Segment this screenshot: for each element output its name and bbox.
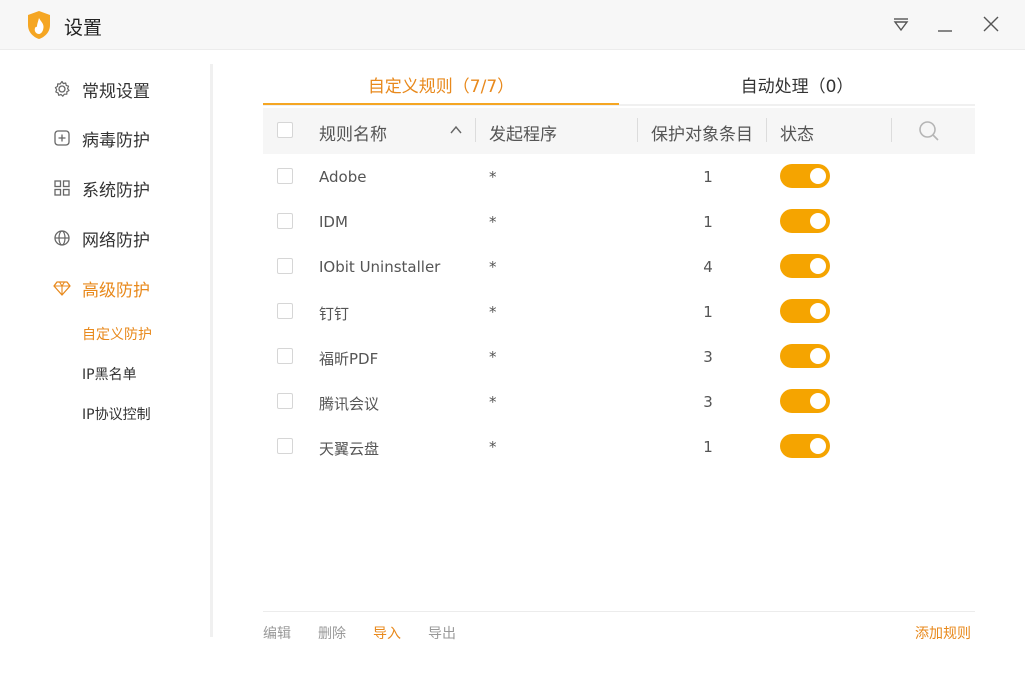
toggle-knob (810, 438, 826, 454)
minimize-button[interactable] (934, 13, 956, 35)
rule-program: * (489, 438, 497, 456)
tab-active-indicator (263, 103, 619, 105)
table-row[interactable]: Adobe * 1 (263, 154, 975, 199)
table-header: 规则名称 发起程序 保护对象条目 状态 (263, 108, 975, 154)
sidebar-item-advanced[interactable]: 高级防护 (52, 274, 150, 302)
toggle-knob (810, 168, 826, 184)
sidebar-item-network[interactable]: 网络防护 (52, 224, 150, 252)
footer-divider (263, 611, 975, 612)
table-row[interactable]: 天翼云盘 * 1 (263, 424, 975, 469)
sidebar-item-label: 常规设置 (82, 81, 150, 102)
edit-button[interactable]: 编辑 (263, 623, 291, 643)
sidebar-item-system[interactable]: 系统防护 (52, 174, 150, 202)
sidebar-item-general[interactable]: 常规设置 (52, 75, 150, 103)
chevron-up-icon[interactable] (449, 122, 463, 136)
rule-item-count: 1 (703, 438, 713, 456)
rule-program: * (489, 213, 497, 231)
rule-item-count: 1 (703, 168, 713, 186)
menu-dropdown-button[interactable] (890, 13, 912, 35)
import-button[interactable]: 导入 (373, 623, 401, 643)
rule-name: IObit Uninstaller (319, 258, 441, 276)
globe-icon (52, 228, 72, 248)
title-bar: 设置 (0, 0, 1025, 50)
column-separator (637, 118, 638, 142)
status-toggle[interactable] (780, 164, 830, 188)
column-header-status: 状态 (780, 125, 814, 145)
rule-item-count: 4 (703, 258, 713, 276)
minimize-icon (938, 30, 952, 32)
rule-name: 钉钉 (319, 305, 350, 323)
diamond-icon (52, 278, 72, 298)
sidebar-item-label: 高级防护 (82, 280, 150, 301)
rule-program: * (489, 348, 497, 366)
column-separator (475, 118, 476, 142)
rule-name: 福昕PDF (319, 350, 379, 368)
gear-icon (52, 79, 72, 99)
toggle-knob (810, 393, 826, 409)
status-toggle[interactable] (780, 434, 830, 458)
sidebar-item-label: 病毒防护 (82, 130, 150, 151)
subnav-ip-protocol[interactable]: IP协议控制 (82, 404, 151, 424)
row-checkbox[interactable] (277, 393, 293, 409)
column-separator (891, 118, 892, 142)
window-title: 设置 (64, 17, 103, 39)
row-checkbox[interactable] (277, 168, 293, 184)
status-toggle[interactable] (780, 209, 830, 233)
status-toggle[interactable] (780, 389, 830, 413)
delete-button[interactable]: 删除 (318, 623, 346, 643)
column-header-program: 发起程序 (489, 125, 557, 145)
status-toggle[interactable] (780, 299, 830, 323)
rule-name: 腾讯会议 (319, 395, 380, 413)
table-row[interactable]: IDM * 1 (263, 199, 975, 244)
rule-name: IDM (319, 213, 348, 231)
rule-item-count: 1 (703, 303, 713, 321)
table-row[interactable]: 福昕PDF * 3 (263, 334, 975, 379)
status-toggle[interactable] (780, 254, 830, 278)
table-row[interactable]: 钉钉 * 1 (263, 289, 975, 334)
close-button[interactable] (980, 13, 1002, 35)
tab-auto-handle[interactable]: 自动处理（0） (619, 72, 975, 104)
rule-item-count: 1 (703, 213, 713, 231)
export-button[interactable]: 导出 (428, 623, 456, 643)
rule-name: Adobe (319, 168, 367, 186)
column-separator (766, 118, 767, 142)
rule-name: 天翼云盘 (319, 440, 380, 458)
table-row[interactable]: 腾讯会议 * 3 (263, 379, 975, 424)
column-header-items: 保护对象条目 (651, 125, 753, 145)
rule-item-count: 3 (703, 393, 713, 411)
plus-square-icon (52, 128, 72, 148)
triangle-down-icon (893, 18, 909, 32)
subnav-custom-protection[interactable]: 自定义防护 (82, 324, 152, 344)
rule-program: * (489, 393, 497, 411)
sidebar-item-label: 网络防护 (82, 230, 150, 251)
column-header-name[interactable]: 规则名称 (319, 120, 387, 145)
select-all-checkbox[interactable] (277, 122, 293, 138)
sidebar-item-label: 系统防护 (82, 180, 150, 201)
app-logo-icon (26, 10, 52, 40)
tab-custom-rules[interactable]: 自定义规则（7/7） (263, 72, 619, 104)
row-checkbox[interactable] (277, 438, 293, 454)
close-icon (983, 16, 999, 32)
rule-program: * (489, 168, 497, 186)
row-checkbox[interactable] (277, 258, 293, 274)
row-checkbox[interactable] (277, 213, 293, 229)
toggle-knob (810, 348, 826, 364)
sidebar-divider (210, 64, 213, 637)
rule-program: * (489, 303, 497, 321)
sidebar-item-virus[interactable]: 病毒防护 (52, 124, 150, 152)
grid-icon (52, 178, 72, 198)
subnav-ip-blacklist[interactable]: IP黑名单 (82, 364, 137, 384)
row-checkbox[interactable] (277, 348, 293, 364)
toggle-knob (810, 258, 826, 274)
row-checkbox[interactable] (277, 303, 293, 319)
rule-item-count: 3 (703, 348, 713, 366)
toggle-knob (810, 303, 826, 319)
rule-program: * (489, 258, 497, 276)
search-icon[interactable] (917, 119, 941, 143)
toggle-knob (810, 213, 826, 229)
add-rule-button[interactable]: 添加规则 (915, 623, 971, 643)
status-toggle[interactable] (780, 344, 830, 368)
table-row[interactable]: IObit Uninstaller * 4 (263, 244, 975, 289)
